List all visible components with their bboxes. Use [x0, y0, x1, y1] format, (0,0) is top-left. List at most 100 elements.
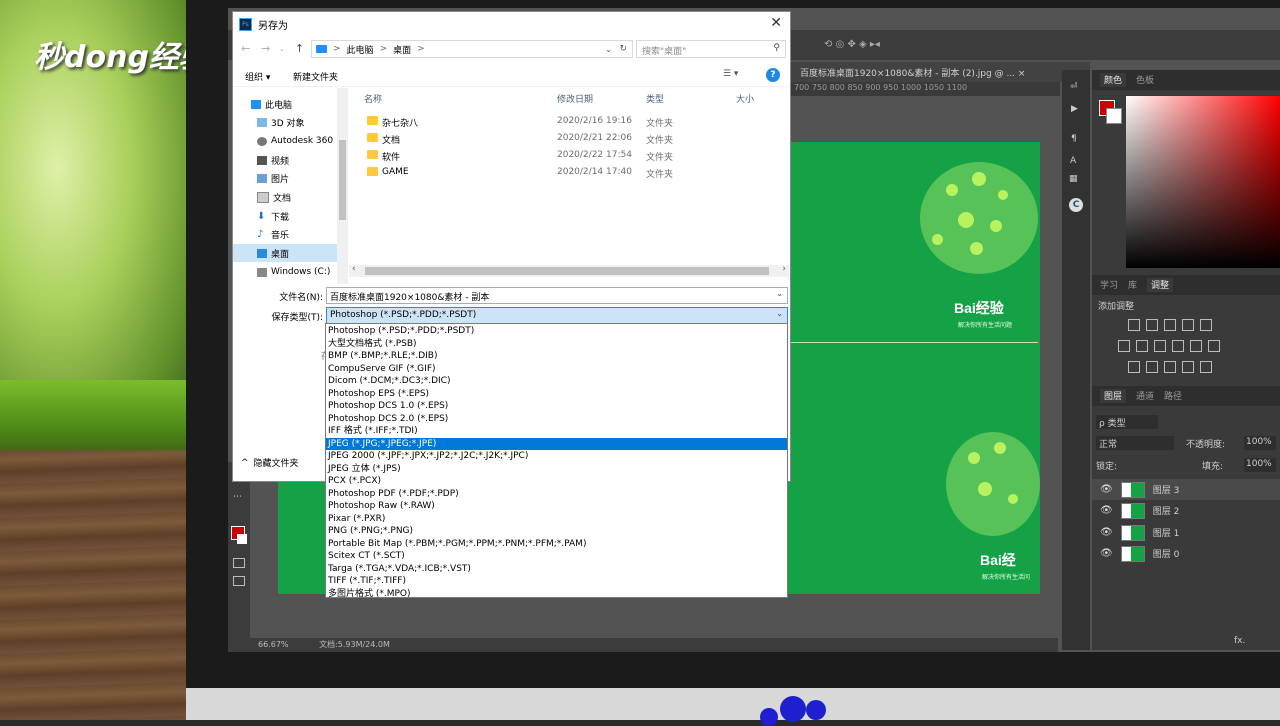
new-folder-button[interactable]: 新建文件夹 — [293, 70, 338, 83]
tab-color[interactable]: 颜色 — [1100, 73, 1127, 87]
channel-mixer-icon[interactable] — [1190, 340, 1202, 352]
color-balance-icon[interactable] — [1136, 340, 1148, 352]
nav-item-videos[interactable]: 视频 — [233, 151, 337, 169]
filetype-option[interactable]: Photoshop DCS 1.0 (*.EPS) — [326, 400, 787, 413]
nav-item-music[interactable]: ♪ 音乐 — [233, 225, 337, 243]
layer-kind-filter[interactable]: ρ 类型 — [1096, 415, 1158, 429]
hide-folders-toggle[interactable]: ^ 隐藏文件夹 — [241, 456, 299, 470]
filetype-option[interactable]: Photoshop EPS (*.EPS) — [326, 388, 787, 401]
invert-icon[interactable] — [1128, 361, 1140, 373]
filetype-option[interactable]: Pixar (*.PXR) — [326, 513, 787, 526]
blend-mode-select[interactable]: 正常 — [1096, 436, 1174, 450]
tab-learn[interactable]: 学习 — [1100, 278, 1118, 292]
layer-row[interactable]: 👁 图层 3 — [1092, 479, 1280, 500]
fill-value[interactable]: 100% — [1244, 458, 1276, 472]
tab-channels[interactable]: 通道 — [1136, 389, 1154, 403]
adjust-icons-row-3[interactable] — [1128, 361, 1218, 376]
paragraph-icon[interactable]: ¶ — [1071, 134, 1077, 144]
file-row[interactable]: 软件 2020/2/22 17:54 文件夹 — [349, 148, 789, 165]
filetype-option[interactable]: Portable Bit Map (*.PBM;*.PGM;*.PPM;*.PN… — [326, 538, 787, 551]
search-input[interactable]: 搜索"桌面" ⚲ — [636, 40, 786, 58]
nav-scroll-thumb[interactable] — [339, 140, 346, 220]
filename-input[interactable]: 百度标准桌面1920×1080&素材 - 副本 ⌄ — [326, 287, 788, 304]
threshold-icon[interactable] — [1164, 361, 1176, 373]
posterize-icon[interactable] — [1146, 361, 1158, 373]
file-list-hscrollbar[interactable]: ‹ › — [349, 264, 789, 277]
filetype-option[interactable]: TIFF (*.TIF;*.TIFF) — [326, 575, 787, 588]
adjust-icons-row-1[interactable] — [1128, 319, 1218, 334]
tab-paths[interactable]: 路径 — [1164, 389, 1182, 403]
breadcrumb-desktop[interactable]: 桌面 — [393, 43, 411, 56]
scroll-right-icon[interactable]: › — [782, 264, 786, 274]
filetype-option[interactable]: Scitex CT (*.SCT) — [326, 550, 787, 563]
filetype-option[interactable]: CompuServe GIF (*.GIF) — [326, 363, 787, 376]
layer-row[interactable]: 👁 图层 0 — [1092, 543, 1280, 564]
column-header-name[interactable]: 名称 — [364, 92, 382, 105]
filetype-option[interactable]: Dicom (*.DCM;*.DC3;*.DIC) — [326, 375, 787, 388]
tab-layers[interactable]: 图层 — [1100, 389, 1127, 403]
filetype-option[interactable]: Photoshop (*.PSD;*.PDD;*.PSDT) — [326, 325, 787, 338]
visibility-eye-icon[interactable]: 👁 — [1100, 505, 1113, 516]
layer-row[interactable]: 👁 图层 1 — [1092, 522, 1280, 543]
more-tools-icon[interactable]: ⋯ — [233, 492, 242, 502]
close-icon[interactable]: ✕ — [770, 15, 782, 31]
brightness-icon[interactable] — [1128, 319, 1140, 331]
nav-item-3d[interactable]: 3D 对象 — [233, 113, 337, 131]
visibility-eye-icon[interactable]: 👁 — [1100, 548, 1113, 559]
chevron-down-icon[interactable]: ⌄ — [776, 289, 783, 298]
levels-icon[interactable] — [1146, 319, 1158, 331]
column-header-type[interactable]: 类型 — [646, 92, 664, 105]
options-icons[interactable]: ⟲ ◎ ✥ ◈ ▸◂ — [824, 39, 880, 50]
background-color-swatch[interactable] — [237, 534, 247, 544]
character-icon[interactable]: A — [1070, 156, 1076, 166]
filetype-option[interactable]: Photoshop DCS 2.0 (*.EPS) — [326, 413, 787, 426]
column-header-modified[interactable]: 修改日期 — [557, 92, 593, 105]
filetype-option[interactable]: PCX (*.PCX) — [326, 475, 787, 488]
color-panel-background-swatch[interactable] — [1106, 108, 1122, 124]
opacity-value[interactable]: 100% — [1244, 436, 1276, 450]
nav-item-this-pc[interactable]: 此电脑 — [233, 95, 337, 113]
visibility-eye-icon[interactable]: 👁 — [1100, 527, 1113, 538]
quick-mask-icon[interactable] — [233, 558, 245, 568]
filetype-option[interactable]: IFF 格式 (*.IFF;*.TDI) — [326, 425, 787, 438]
column-header-size[interactable]: 大小 — [736, 92, 754, 105]
back-arrow-icon[interactable]: ← — [241, 42, 250, 55]
tab-adjustments[interactable]: 调整 — [1147, 278, 1174, 292]
bw-icon[interactable] — [1154, 340, 1166, 352]
nav-item-desktop[interactable]: 桌面 — [233, 244, 337, 262]
filetype-option[interactable]: JPEG 立体 (*.JPS) — [326, 463, 787, 476]
filetype-option[interactable]: 多图片格式 (*.MPO) — [326, 588, 787, 598]
vibrance-icon[interactable] — [1200, 319, 1212, 331]
selective-color-icon[interactable] — [1200, 361, 1212, 373]
scroll-left-icon[interactable]: ‹ — [352, 264, 356, 274]
hue-icon[interactable] — [1118, 340, 1130, 352]
help-icon[interactable]: ? — [766, 68, 780, 82]
nav-scrollbar[interactable] — [337, 88, 348, 284]
file-row[interactable]: 文档 2020/2/21 22:06 文件夹 — [349, 131, 789, 148]
adjust-icons-row-2[interactable] — [1118, 340, 1226, 355]
address-dropdown-icon[interactable]: ⌄ — [605, 45, 612, 54]
forward-arrow-icon[interactable]: → — [261, 42, 270, 55]
organize-button[interactable]: 组织 ▾ — [245, 70, 270, 83]
actions-play-icon[interactable]: ▶ — [1071, 104, 1078, 114]
filetype-option[interactable]: Photoshop PDF (*.PDF;*.PDP) — [326, 488, 787, 501]
filetype-option[interactable]: PNG (*.PNG;*.PNG) — [326, 525, 787, 538]
color-lookup-icon[interactable] — [1208, 340, 1220, 352]
filetype-option[interactable]: 大型文档格式 (*.PSB) — [326, 338, 787, 351]
tab-swatches[interactable]: 色板 — [1136, 73, 1154, 87]
visibility-eye-icon[interactable]: 👁 — [1100, 484, 1113, 495]
properties-icon[interactable]: ▦ — [1069, 174, 1078, 184]
file-row[interactable]: 杂七杂八 2020/2/16 19:16 文件夹 — [349, 114, 789, 131]
address-bar[interactable]: > 此电脑 > 桌面 > ⌄ ↻ — [311, 40, 633, 58]
chevron-down-icon[interactable]: ⌄ — [776, 309, 783, 318]
tab-library[interactable]: 库 — [1128, 278, 1137, 292]
layer-row[interactable]: 👁 图层 2 — [1092, 500, 1280, 521]
filetype-option[interactable]: BMP (*.BMP;*.RLE;*.DIB) — [326, 350, 787, 363]
layer-fx-icon[interactable]: fx. — [1234, 636, 1245, 646]
file-row[interactable]: GAME 2020/2/14 17:40 文件夹 — [349, 165, 789, 182]
nav-item-pictures[interactable]: 图片 — [233, 169, 337, 187]
recent-dropdown-icon[interactable]: ⌄ — [279, 45, 285, 53]
screen-mode-icon[interactable] — [233, 576, 245, 586]
curves-icon[interactable] — [1164, 319, 1176, 331]
nav-item-documents[interactable]: 文档 — [233, 188, 337, 206]
